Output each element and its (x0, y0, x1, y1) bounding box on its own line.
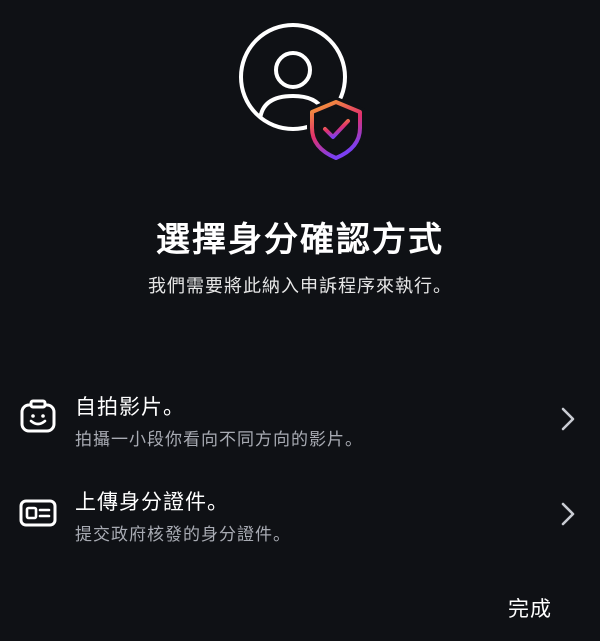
chevron-right-icon (561, 502, 575, 526)
option-upload-id-title: 上傳身分證件。 (75, 490, 229, 514)
selfie-camera-icon (20, 399, 56, 433)
option-upload-id-description: 提交政府核發的身分證件。 (75, 525, 291, 545)
id-card-icon (19, 499, 57, 527)
option-selfie-title: 自拍影片。 (75, 395, 185, 419)
user-with-verified-shield-icon (239, 23, 365, 162)
done-button[interactable]: 完成 (498, 590, 562, 626)
chevron-right-icon (561, 407, 575, 431)
option-selfie-video[interactable]: 自拍影片。 拍攝一小段你看向不同方向的影片。 (0, 383, 600, 455)
option-upload-id[interactable]: 上傳身分證件。 提交政府核發的身分證件。 (0, 478, 600, 550)
option-selfie-description: 拍攝一小段你看向不同方向的影片。 (75, 430, 363, 450)
page-subtitle: 我們需要將此納入申訴程序來執行。 (148, 276, 452, 297)
page-title: 選擇身分確認方式 (156, 220, 444, 260)
